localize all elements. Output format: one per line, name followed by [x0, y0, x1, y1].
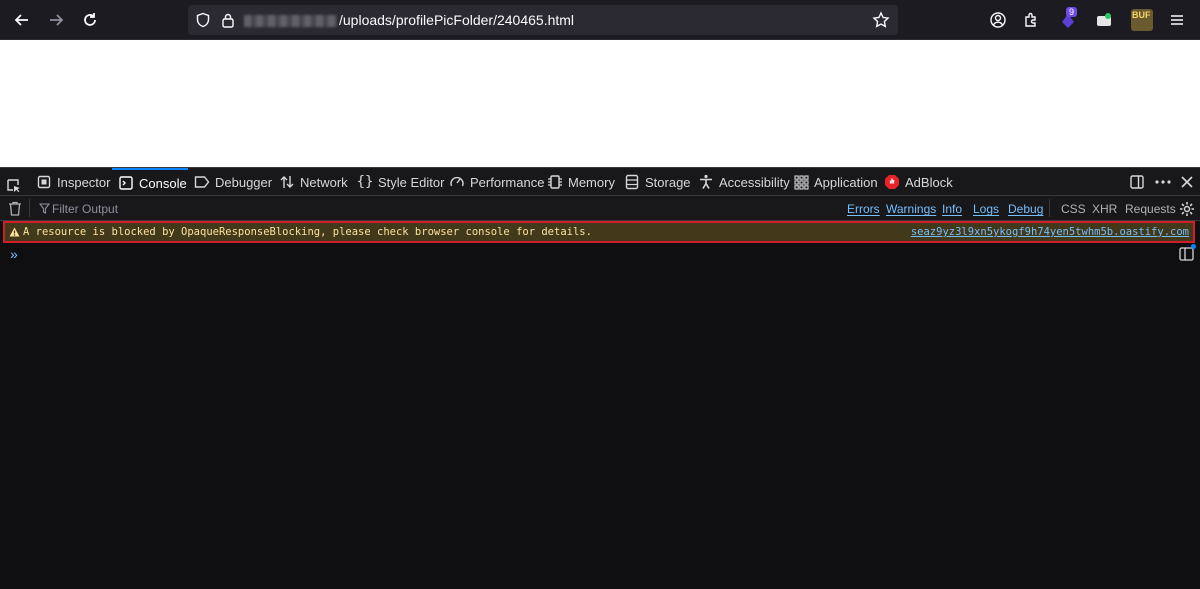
tab-performance[interactable]: Performance [449, 168, 544, 196]
browser-toolbar: /uploads/profilePicFolder/240465.html 9 … [0, 0, 1200, 40]
lock-icon[interactable] [221, 12, 235, 28]
console-icon [118, 175, 134, 191]
divider [1049, 199, 1050, 217]
editor-mode-toggle[interactable] [1179, 244, 1196, 261]
filter-info[interactable]: Info [942, 200, 962, 218]
console-filter-bar: Filter Output Errors Warnings Info Logs … [0, 196, 1200, 221]
close-icon [1181, 176, 1193, 188]
clear-console-button[interactable] [8, 201, 22, 216]
url-path[interactable]: /uploads/profilePicFolder/240465.html [339, 12, 574, 28]
tab-label: Application [814, 174, 878, 190]
app-menu-button[interactable] [1165, 8, 1189, 32]
puzzle-icon [1025, 12, 1036, 27]
burp-icon: BUF [1131, 9, 1153, 31]
reload-button[interactable] [78, 8, 102, 32]
notification-dot [1191, 244, 1196, 249]
tab-adblock[interactable]: AdBlock [884, 168, 953, 196]
tab-label: Storage [645, 174, 691, 190]
filter-requests[interactable]: Requests [1125, 200, 1176, 218]
tab-inspector[interactable]: Inspector [36, 168, 110, 196]
adblock-icon [884, 174, 900, 190]
reload-icon [84, 13, 96, 26]
filter-xhr[interactable]: XHR [1092, 200, 1117, 218]
shield-icon[interactable] [195, 12, 211, 28]
filter-logs[interactable]: Logs [973, 200, 999, 218]
tab-label: Performance [470, 174, 545, 190]
filter-output-input[interactable]: Filter Output [52, 202, 118, 216]
bookmark-star-icon[interactable] [872, 11, 890, 29]
tab-label: Style Editor [378, 174, 445, 190]
storage-icon [624, 174, 640, 190]
filter-warnings[interactable]: Warnings [886, 200, 936, 218]
network-icon [279, 174, 295, 190]
filter-errors[interactable]: Errors [847, 200, 880, 218]
extension-count-badge: 9 [1066, 7, 1078, 17]
account-button[interactable] [986, 8, 1010, 32]
account-icon [990, 12, 1006, 28]
redacted-host [244, 15, 337, 27]
application-icon [793, 174, 809, 190]
extensions-button[interactable] [1019, 8, 1043, 32]
warning-message-text: A resource is blocked by OpaqueResponseB… [23, 226, 592, 238]
hamburger-menu-icon [1171, 15, 1183, 25]
gear-icon [1180, 202, 1194, 216]
tab-application[interactable]: Application [793, 168, 878, 196]
tab-label: Inspector [57, 174, 111, 190]
close-devtools-button[interactable] [1180, 168, 1194, 196]
back-arrow-icon [14, 14, 28, 26]
tab-label: AdBlock [905, 174, 953, 190]
burp-icon-label: BUF [1132, 10, 1151, 20]
green-extension-icon [1097, 13, 1111, 26]
split-pane-icon [1179, 247, 1194, 261]
memory-icon [547, 174, 563, 190]
dock-toggle-button[interactable] [1129, 168, 1145, 196]
forward-arrow-icon [50, 14, 64, 26]
warning-triangle-icon [9, 227, 20, 237]
console-output [0, 243, 1200, 589]
tab-label: Console [139, 175, 187, 191]
tab-style-editor[interactable]: {} Style Editor [356, 168, 445, 196]
console-warning-message[interactable]: A resource is blocked by OpaqueResponseB… [3, 221, 1195, 243]
page-content [0, 40, 1200, 167]
message-source-link[interactable]: seaz9yz3l9xn5ykogf9h74yen5twhm5b.oastify… [911, 226, 1189, 238]
url-bar[interactable]: /uploads/profilePicFolder/240465.html [188, 5, 898, 35]
tab-network[interactable]: Network [279, 168, 348, 196]
tab-label: Memory [568, 174, 615, 190]
trash-icon [9, 201, 21, 216]
tab-console[interactable]: Console [112, 168, 188, 196]
tab-label: Network [300, 174, 348, 190]
tab-memory[interactable]: Memory [547, 168, 615, 196]
back-button[interactable] [10, 8, 34, 32]
performance-icon [449, 174, 465, 190]
more-options-icon [1155, 180, 1171, 184]
devtools-menu-button[interactable] [1154, 168, 1172, 196]
debugger-icon [194, 174, 210, 190]
tab-accessibility[interactable]: Accessibility [698, 168, 790, 196]
inspector-icon [36, 174, 52, 190]
accessibility-icon [698, 174, 714, 190]
burp-extension-button[interactable]: BUF [1130, 8, 1154, 32]
devtools-tabbar: Inspector Console Debugger Network {} St… [0, 167, 1200, 196]
style-editor-icon: {} [356, 174, 374, 190]
divider [29, 199, 30, 217]
dock-side-icon [1130, 175, 1144, 189]
tab-label: Debugger [215, 174, 273, 190]
console-input-prompt[interactable]: » [10, 246, 18, 262]
tab-debugger[interactable]: Debugger [194, 168, 272, 196]
filter-icon [39, 203, 50, 214]
green-extension-button[interactable] [1092, 8, 1116, 32]
extension-badge-button[interactable]: 9 [1056, 7, 1080, 32]
tab-storage[interactable]: Storage [624, 168, 691, 196]
tab-label: Accessibility [719, 174, 790, 190]
filter-css[interactable]: CSS [1061, 200, 1086, 218]
element-picker-icon [7, 179, 20, 193]
filter-debug[interactable]: Debug [1008, 200, 1043, 218]
forward-button[interactable] [44, 8, 68, 32]
console-settings-button[interactable] [1179, 201, 1195, 217]
